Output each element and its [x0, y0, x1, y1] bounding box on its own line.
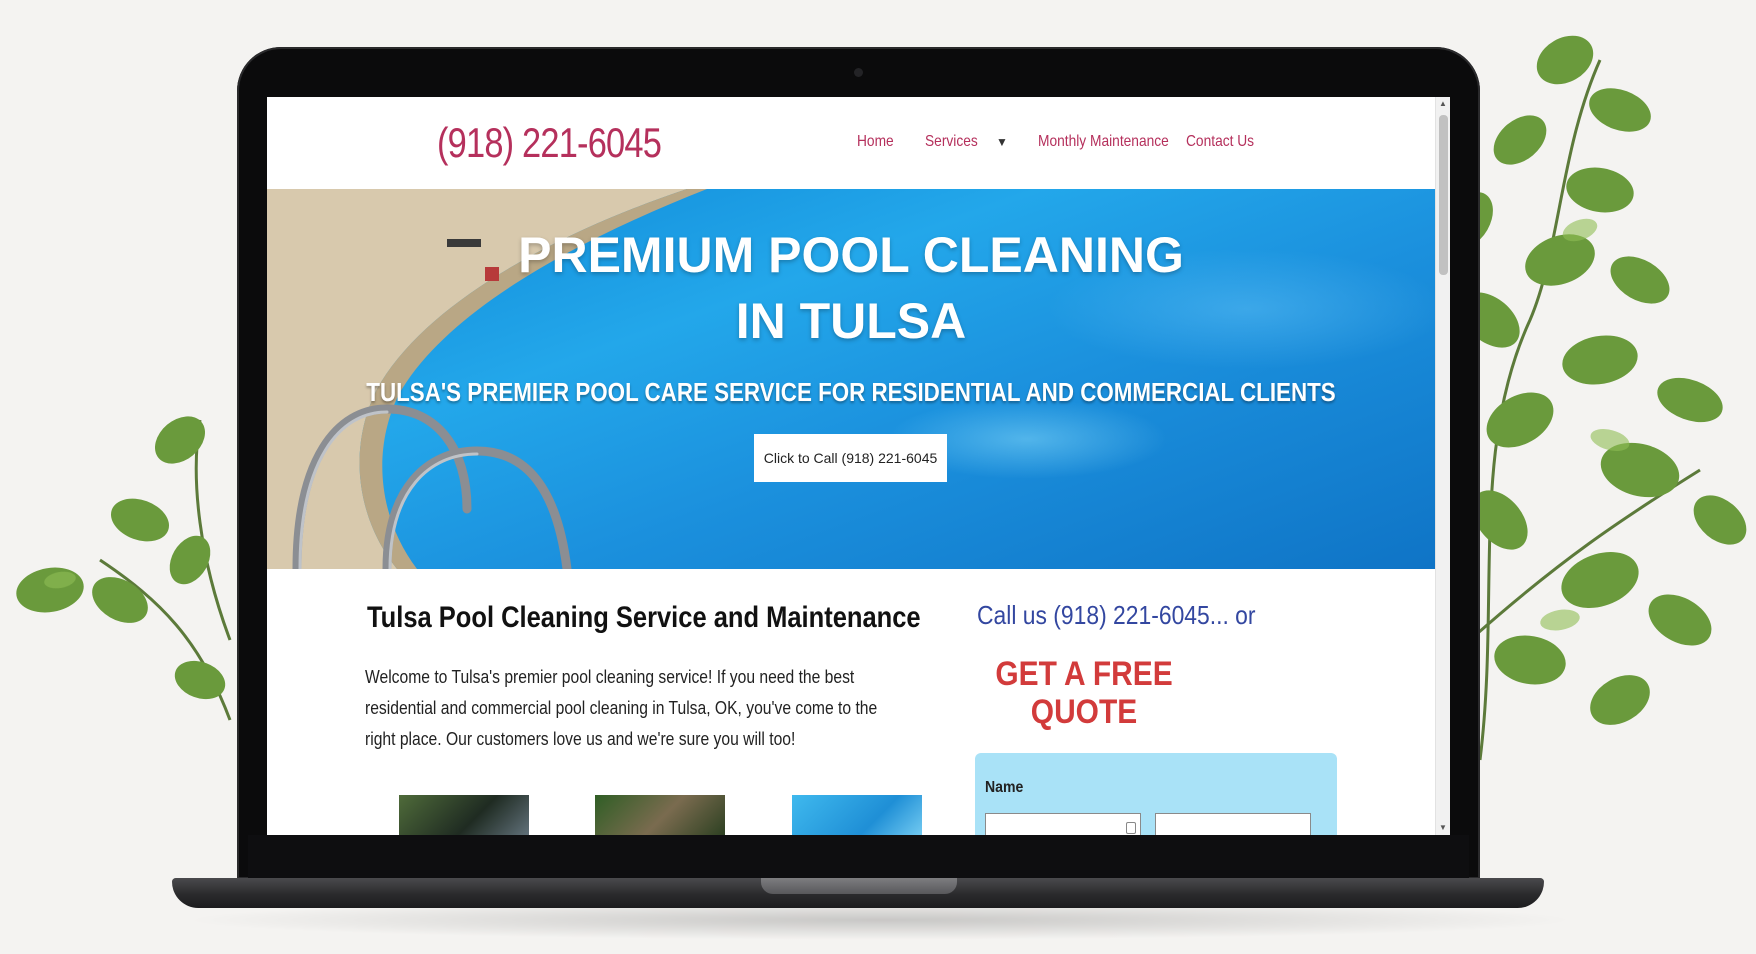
service-thumbnail[interactable]: [595, 795, 725, 835]
content-heading: Tulsa Pool Cleaning Service and Maintena…: [367, 601, 921, 634]
webcam: [854, 68, 863, 77]
autofill-icon[interactable]: [1126, 822, 1136, 834]
site-header: (918) 221-6045 Home Services ▼ Monthly M…: [267, 97, 1435, 189]
nav-home[interactable]: Home: [857, 133, 894, 151]
hero-title-line1: PREMIUM POOL CLEANING: [518, 227, 1184, 283]
first-name-field[interactable]: [985, 813, 1141, 835]
scroll-up-icon[interactable]: ▲: [1439, 99, 1447, 108]
service-thumbnail[interactable]: [399, 795, 529, 835]
header-phone-number[interactable]: (918) 221-6045: [437, 119, 662, 167]
hero-subtitle: TULSA'S PREMIER POOL CARE SERVICE FOR RE…: [366, 377, 1336, 407]
name-label: Name: [985, 779, 1024, 796]
click-to-call-button[interactable]: Click to Call (918) 221-6045: [754, 434, 947, 482]
scroll-thumb[interactable]: [1439, 115, 1448, 275]
free-quote-line2: QUOTE: [1030, 693, 1138, 731]
service-thumbnail[interactable]: [792, 795, 922, 835]
quote-form: Name: [975, 753, 1337, 835]
chevron-down-icon[interactable]: ▼: [996, 135, 1008, 149]
nav-contact-us[interactable]: Contact Us: [1186, 133, 1254, 151]
hero-title-line2: IN TULSA: [735, 293, 967, 349]
nav-monthly-maintenance[interactable]: Monthly Maintenance: [1038, 133, 1169, 151]
content-intro: Welcome to Tulsa's premier pool cleaning…: [365, 667, 878, 749]
main-nav: Home Services ▼ Monthly Maintenance Cont…: [857, 133, 1265, 151]
call-us-text[interactable]: Call us (918) 221-6045... or: [977, 600, 1256, 631]
scroll-down-icon[interactable]: ▼: [1439, 823, 1447, 832]
free-quote-line1: GET A FREE: [995, 655, 1173, 693]
hero-banner: PREMIUM POOL CLEANING IN TULSA TULSA'S P…: [267, 189, 1435, 569]
last-name-field[interactable]: [1155, 813, 1311, 835]
nav-services[interactable]: Services: [925, 133, 978, 151]
browser-viewport: (918) 221-6045 Home Services ▼ Monthly M…: [267, 97, 1450, 835]
free-quote-heading: GET A FREE QUOTE: [939, 655, 1229, 731]
laptop-notch: [761, 878, 957, 894]
scrollbar[interactable]: ▲ ▼: [1435, 97, 1450, 835]
laptop-bezel: [248, 835, 1469, 879]
